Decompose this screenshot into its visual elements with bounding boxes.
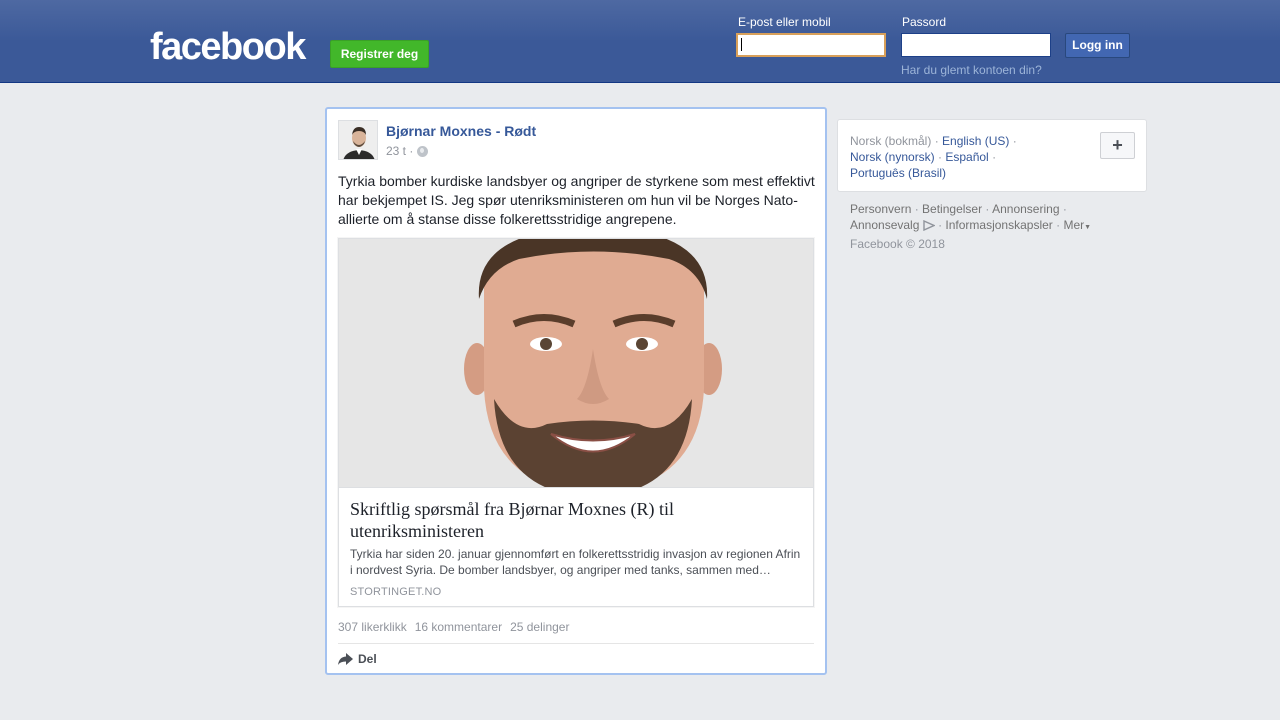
language-option[interactable]: Norsk (nynorsk)	[850, 150, 935, 164]
text-caret	[741, 38, 742, 51]
share-arrow-icon	[338, 653, 353, 665]
more-label: Mer	[1063, 218, 1085, 232]
post-card: Bjørnar Moxnes - Rødt 23 t · Tyrkia bomb…	[325, 107, 827, 675]
cookies-link[interactable]: Informasjonskapsler	[945, 218, 1052, 232]
language-option[interactable]: Español	[945, 150, 988, 164]
shares-count[interactable]: 25 delinger	[510, 620, 569, 634]
password-input[interactable]	[901, 33, 1051, 57]
ad-choices-icon	[923, 220, 936, 232]
avatar[interactable]	[338, 120, 378, 160]
likes-count[interactable]: 307 likerklikk	[338, 620, 407, 634]
top-bar: facebook Registrer deg E-post eller mobi…	[0, 0, 1280, 83]
register-button[interactable]: Registrer deg	[330, 40, 429, 68]
forgot-account-link[interactable]: Har du glemt kontoen din?	[901, 63, 1042, 77]
password-label: Passord	[902, 15, 947, 29]
facebook-logo[interactable]: facebook	[150, 25, 306, 69]
email-input[interactable]	[736, 33, 886, 57]
post-meta: 23 t ·	[386, 144, 429, 158]
link-preview[interactable]: Skriftlig spørsmål fra Bjørnar Moxnes (R…	[338, 238, 814, 607]
current-language: Norsk (bokmål)	[850, 134, 932, 148]
link-description: Tyrkia har siden 20. januar gjennomført …	[350, 547, 801, 577]
ad-choices-link[interactable]: Annonsevalg	[850, 218, 919, 232]
post-stats: 307 likerklikk 16 kommentarer 25 delinge…	[338, 620, 569, 634]
advertising-link[interactable]: Annonsering	[992, 202, 1059, 216]
link-domain: STORTINGET.NO	[350, 586, 442, 598]
plus-icon: +	[1112, 135, 1123, 155]
copyright: Facebook © 2018	[850, 237, 945, 251]
login-button[interactable]: Logg inn	[1065, 33, 1130, 58]
globe-icon	[417, 145, 429, 157]
avatar-portrait-icon	[339, 121, 377, 159]
privacy-link[interactable]: Personvern	[850, 202, 911, 216]
language-selector: Norsk (bokmål) · English (US) · Norsk (n…	[837, 119, 1147, 192]
comments-count[interactable]: 16 kommentarer	[415, 620, 502, 634]
email-label: E-post eller mobil	[738, 15, 831, 29]
caret-down-icon: ▼	[1084, 224, 1092, 231]
divider	[338, 643, 814, 644]
link-preview-image[interactable]	[339, 239, 813, 488]
language-option[interactable]: Português (Brasil)	[850, 166, 946, 180]
language-option[interactable]: English (US)	[942, 134, 1009, 148]
more-link[interactable]: Mer▼	[1063, 218, 1091, 232]
terms-link[interactable]: Betingelser	[922, 202, 982, 216]
language-list: Norsk (bokmål) · English (US) · Norsk (n…	[850, 134, 1017, 180]
portrait-photo-icon	[339, 239, 813, 487]
footer-links: Personvern · Betingelser · Annonsering ·…	[850, 202, 1092, 251]
share-label: Del	[358, 652, 377, 666]
post-text: Tyrkia bomber kurdiske landsbyer og angr…	[338, 173, 815, 227]
post-author-link[interactable]: Bjørnar Moxnes - Rødt	[386, 123, 536, 139]
share-button[interactable]: Del	[338, 652, 377, 666]
link-title[interactable]: Skriftlig spørsmål fra Bjørnar Moxnes (R…	[350, 498, 800, 542]
post-timestamp[interactable]: 23 t ·	[386, 144, 413, 158]
more-languages-button[interactable]: +	[1100, 132, 1135, 159]
